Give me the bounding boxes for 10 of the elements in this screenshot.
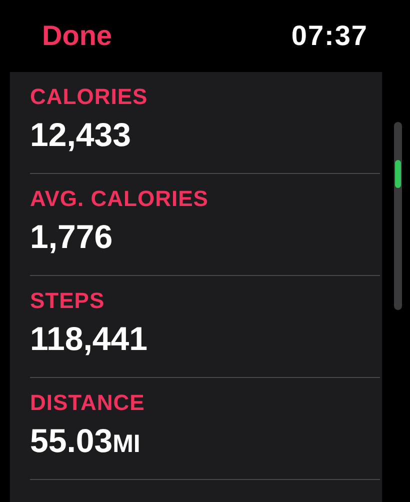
metric-label: CALORIES [30, 84, 148, 110]
metric-label: AVG. CALORIES [30, 186, 208, 212]
metric-value: 12,433 [30, 116, 131, 154]
clock-time: 07:37 [291, 20, 368, 52]
metric-value: 1,776 [30, 218, 113, 256]
metric-label: STEPS [30, 288, 105, 314]
metric-value: 55.03MI [30, 422, 140, 460]
done-button[interactable]: Done [42, 20, 112, 52]
metric-value: 118,441 [30, 320, 148, 358]
metric-label: DISTANCE [30, 390, 145, 416]
